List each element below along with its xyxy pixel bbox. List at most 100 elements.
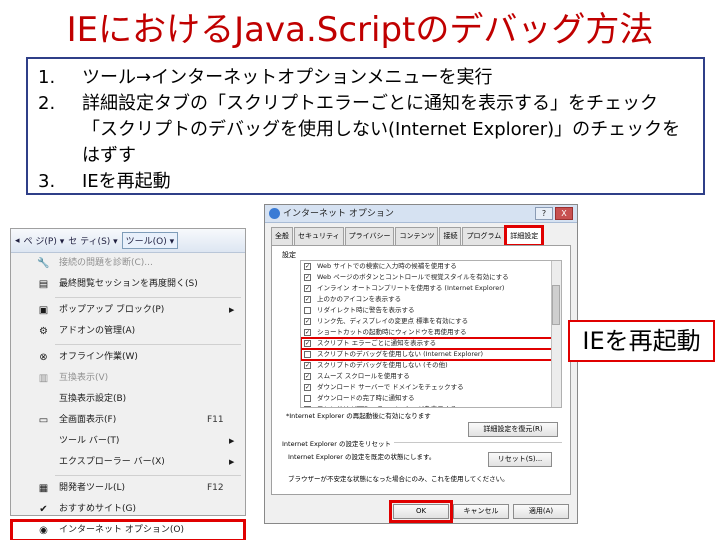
dialog-titlebar: インターネット オプション ? X (265, 205, 577, 223)
setting-label: スムーズ スクロールを使用する (317, 372, 410, 380)
ok-button[interactable]: OK (389, 500, 453, 523)
menu-item-label: アドオンの管理(A) (59, 326, 136, 336)
menu-list: 🔧 接続の問題を診断(C)... ▤ 最終閲覧セッションを再度開く(S) ▣ ポップアップ… (10, 253, 246, 540)
menu-item[interactable]: ▣ ポップアップ ブロック(P) ▶ (11, 300, 245, 321)
step-text: 詳細設定タブの「スクリプトエラーごとに通知を表示する」をチェック (82, 93, 658, 114)
step-item: 3. IEを再起動 (38, 169, 695, 195)
step-item: はずす (38, 143, 695, 169)
blank-icon (37, 435, 50, 448)
setting-row: ✓ リンク先、ディスプレイの変更点 標準を有効にする (301, 316, 561, 327)
page-icon: ▤ (38, 279, 49, 290)
menu-item-label: 全画面表示(F) (59, 415, 117, 425)
dialog-title: インターネット オプション (283, 209, 394, 219)
setting-checkbox[interactable]: ✓ (304, 274, 311, 281)
tab-advanced[interactable]: 詳細設定 (504, 225, 545, 247)
menu-item[interactable]: ▦ 開発者ツール(L) F12 (11, 478, 245, 499)
setting-row: スクリプトのデバッグを使用しない (Internet Explorer) (301, 348, 561, 361)
setting-checkbox[interactable]: ✓ (304, 285, 311, 292)
setting-row: ✓ Web サイトでの検索に入力時の候補を使用する (301, 261, 561, 272)
menu-item[interactable]: ▭ 全画面表示(F) F11 (11, 410, 245, 431)
setting-checkbox[interactable]: ✓ (304, 362, 311, 369)
menu-item-label: 最終閲覧セッションを再度開く(S) (59, 279, 198, 289)
setting-label: スクリプトのデバッグを使用しない (Internet Explorer) (317, 350, 484, 358)
menu-item[interactable]: 🔧 接続の問題を診断(C)... (11, 253, 245, 274)
tab[interactable]: 全般 (271, 227, 293, 245)
reset-button[interactable]: リセット(S)... (488, 452, 552, 467)
setting-label: ダウンロード サーバーで ドメインをチェックする (317, 383, 464, 391)
tab[interactable]: コンテンツ (395, 227, 439, 245)
compat-icon: ▥ (38, 373, 49, 384)
setting-label: ショートカットの起動時にウィンドウを再使用する (317, 328, 467, 336)
menu-item-label: おすすめサイト(G) (59, 504, 136, 514)
restart-callout: IEを再起動 (568, 320, 715, 362)
step-number: 2. (38, 93, 56, 114)
menu-item[interactable]: ▥ 互換表示(V) (11, 368, 245, 389)
step-text: 「スクリプトのデバッグを使用しない(Internet Explorer)」のチェ… (82, 119, 681, 140)
apply-button[interactable]: 適用(A) (513, 504, 569, 519)
restart-note: *Internet Explorer の再起動後に有効になります (286, 412, 431, 420)
setting-row: リダイレクト時に警告を表示する (301, 305, 561, 316)
toolbar-page[interactable]: ペ ジ(P) ▾ (24, 234, 65, 247)
menu-item[interactable]: ⚙ アドオンの管理(A) (11, 321, 245, 342)
menu-separator (55, 475, 241, 476)
slide-title: IEにおけるJava.Scriptのデバッグ方法 (66, 10, 654, 50)
scrollbar-thumb[interactable] (552, 285, 560, 325)
menu-item[interactable]: ▤ 最終閲覧セッションを再度開く(S) (11, 274, 245, 295)
toolbar-safety[interactable]: セ ティ(S) ▾ (68, 234, 117, 247)
step-text: IEを再起動 (82, 171, 171, 192)
menu-item-label: 接続の問題を診断(C)... (59, 258, 153, 268)
setting-label: Web ページのボタンとコントロールで視覚スタイルを有効にする (317, 273, 509, 281)
setting-checkbox[interactable] (304, 351, 311, 358)
addon-icon: ⚙ (39, 326, 48, 337)
steps-list: 1. ツール→インターネットオプションメニューを実行 2. 詳細設定タブの「スクリプト… (38, 65, 695, 195)
help-button[interactable]: ? (535, 207, 553, 220)
devtools-icon: ▦ (38, 483, 49, 494)
setting-checkbox[interactable]: ✓ (304, 373, 311, 380)
menu-item-internet-options[interactable]: ◉ インターネット オプション(O) (10, 519, 246, 540)
menu-shortcut: F11 (207, 415, 224, 425)
menu-item[interactable]: エクスプローラー バー(X) ▶ (11, 452, 245, 473)
setting-checkbox[interactable]: ✓ (304, 263, 311, 270)
step-text: はずす (82, 145, 136, 166)
setting-checkbox[interactable] (304, 307, 311, 314)
tab-strip: 全般 セキュリティ プライバシー コンテンツ 接続 プログラム 詳細設定 (271, 225, 571, 247)
menu-item-label: エクスプローラー バー(X) (59, 457, 165, 467)
tab[interactable]: プライバシー (344, 227, 395, 245)
tab[interactable]: 接続 (439, 227, 462, 245)
setting-checkbox[interactable]: ✓ (304, 296, 311, 303)
menu-item-label: 開発者ツール(L) (59, 483, 126, 493)
setting-checkbox[interactable]: ✓ (304, 318, 311, 325)
settings-scrollbar[interactable] (551, 261, 561, 407)
menu-item[interactable]: 互換表示設定(B) (11, 389, 245, 410)
cancel-button[interactable]: キャンセル (453, 504, 509, 519)
step-item: 「スクリプトのデバッグを使用しない(Internet Explorer)」のチェ… (38, 117, 695, 143)
tools-menu: ◂ ペ ジ(P) ▾ セ ティ(S) ▾ ツール(O) ▾ 🔧 接続の問題を診断(… (10, 228, 246, 540)
blank-icon (37, 456, 50, 469)
menu-item-label: ツール バー(T) (59, 436, 120, 446)
close-button[interactable]: X (555, 207, 573, 220)
tab[interactable]: プログラム (462, 227, 506, 245)
setting-checkbox[interactable]: ✓ (304, 329, 311, 336)
reset-description: Internet Explorer の設定を既定の状態にします。 (288, 453, 436, 461)
setting-row: ✓ Web ページのボタンとコントロールで視覚スタイルを有効にする (301, 272, 561, 283)
setting-row: ✓ インライン オートコンプリートを使用する (Internet Explorer… (301, 283, 561, 294)
setting-checkbox[interactable] (304, 395, 311, 402)
settings-list: ✓ Web サイトでの検索に入力時の候補を使用する ✓ Web ページのボタンとコント… (300, 260, 562, 408)
setting-checkbox[interactable]: ✓ (304, 406, 311, 407)
menu-item[interactable]: ツール バー(T) ▶ (11, 431, 245, 452)
menu-item[interactable]: ⊗ オフライン作業(W) (11, 347, 245, 368)
tab[interactable]: セキュリティ (294, 227, 344, 245)
toolbar-tools[interactable]: ツール(O) ▾ (121, 232, 179, 249)
setting-checkbox[interactable]: ✓ (304, 340, 311, 347)
setting-label: スクリプト エラーごとに通知を表示する (317, 339, 437, 347)
settings-label: 設定 (282, 251, 296, 259)
options-icon: ◉ (39, 525, 48, 536)
setting-label: インライン オートコンプリートを使用する (Internet Explorer) (317, 284, 505, 292)
restore-advanced-button[interactable]: 詳細設定を復元(R) (468, 422, 558, 437)
home-arrow-icon[interactable]: ◂ (15, 236, 20, 246)
setting-checkbox[interactable]: ✓ (304, 384, 311, 391)
advanced-tab-panel: 設定 ✓ Web サイトでの検索に入力時の候補を使用する ✓ Web ページのボタンと… (271, 245, 571, 495)
menu-item[interactable]: ✔ おすすめサイト(G) (11, 499, 245, 520)
setting-row: ✓ ダウンロード サーバーで ドメインをチェックする (301, 382, 561, 393)
reset-warning: ブラウザーが不安定な状態になった場合にのみ、これを使用してください。 (288, 475, 509, 483)
